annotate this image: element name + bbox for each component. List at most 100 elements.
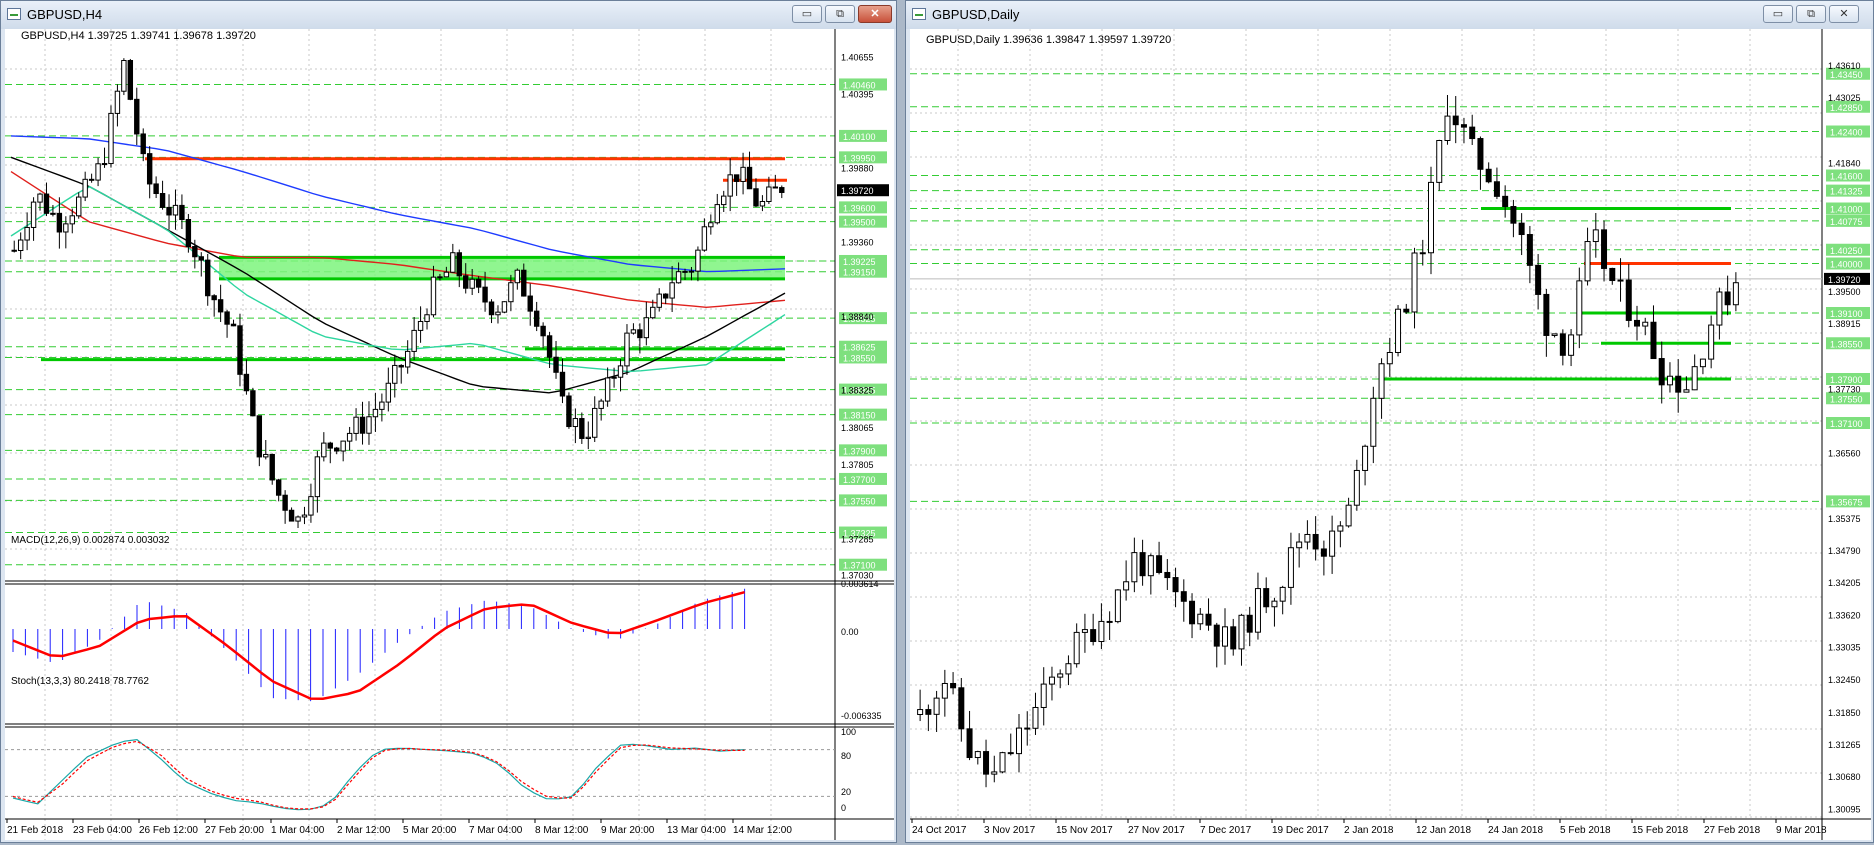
candle-body [553, 356, 559, 373]
candle-body [334, 447, 340, 452]
price-tick-label: 1.33035 [1828, 643, 1861, 653]
time-axis-label: 21 Feb 2018 [7, 825, 64, 836]
candle-body [766, 186, 772, 202]
candle-body [437, 276, 443, 279]
candle-body [469, 278, 475, 289]
candle-body [237, 325, 243, 375]
macd-header: MACD(12,26,9) 0.002874 0.003032 [11, 535, 170, 546]
candle-body [1469, 126, 1476, 140]
candle-body [669, 282, 675, 299]
candle-body [917, 709, 924, 716]
stoch-axis-label: 80 [841, 751, 851, 761]
candle-body [1584, 241, 1591, 282]
time-axis-label: 27 Nov 2017 [1128, 825, 1185, 836]
candle-body [1114, 589, 1121, 623]
candle-body [82, 178, 88, 198]
price-tick-label: 1.30095 [1828, 804, 1861, 814]
candle-body [933, 697, 940, 715]
candle-body [1172, 577, 1179, 593]
window-daily[interactable]: GBPUSD,Daily ▭ ⧉ ✕ 1.43450 1.42850 1.42400… [905, 0, 1874, 843]
candle-body [1436, 140, 1443, 183]
candle-body [263, 453, 269, 458]
candle-body [1106, 620, 1113, 623]
candle-body [417, 320, 424, 331]
candle-body [1098, 620, 1105, 643]
candle-body [983, 751, 990, 775]
green-price-label: 1.38625 [843, 343, 876, 353]
candle-body [779, 187, 785, 193]
chart-area-daily[interactable]: 1.43450 1.42850 1.42400 1.41600 1.41325 1.410… [910, 29, 1871, 840]
candle-body [533, 310, 540, 327]
minimize-button[interactable]: ▭ [1763, 5, 1793, 23]
window-title: GBPUSD,Daily [932, 7, 1020, 22]
titlebar-daily[interactable]: GBPUSD,Daily ▭ ⧉ ✕ [906, 1, 1873, 29]
candle-body [1411, 252, 1418, 313]
close-button[interactable]: ✕ [1829, 5, 1859, 23]
candle-body [1510, 206, 1517, 224]
candle-body [1526, 234, 1533, 266]
candle-body [592, 407, 598, 438]
macd-axis-label: 0.003614 [841, 579, 879, 589]
candle-body [17, 239, 24, 251]
time-axis-label: 24 Oct 2017 [912, 825, 967, 836]
candle-body [1222, 626, 1228, 647]
candle-body [121, 60, 127, 92]
candle-body [114, 90, 121, 114]
time-axis-label: 24 Jan 2018 [1488, 825, 1543, 836]
price-tick-label: 1.37730 [1828, 384, 1861, 394]
candle-body [24, 226, 30, 241]
green-price-label: 1.35675 [1830, 497, 1863, 507]
candle-body [1708, 324, 1715, 360]
minimize-button[interactable]: ▭ [792, 5, 822, 23]
daily-chart-svg[interactable]: 1.43450 1.42850 1.42400 1.41600 1.41325 1.410… [910, 29, 1871, 840]
green-price-label: 1.37550 [843, 496, 876, 506]
green-price-label: 1.43450 [1830, 70, 1863, 80]
chart-icon [7, 8, 21, 20]
titlebar-h4[interactable]: GBPUSD,H4 ▭ ⧉ ✕ [1, 1, 896, 29]
green-price-label: 1.38150 [843, 411, 876, 421]
price-tick-label: 1.37285 [841, 534, 874, 544]
current-price-label: 1.39720 [1828, 275, 1861, 285]
h4-candles [11, 58, 785, 529]
stoch-main-line [12, 738, 745, 811]
candle-body [269, 453, 275, 481]
candle-body [656, 293, 662, 308]
candle-body [617, 365, 624, 378]
candle-body [1362, 445, 1369, 471]
candle-body [1386, 351, 1393, 365]
candle-body [140, 133, 146, 155]
candle-body [282, 494, 288, 511]
candle-body [482, 286, 488, 303]
time-axis-label: 14 Mar 12:00 [733, 825, 792, 836]
h4-chart-svg[interactable]: 1.404601.401001.399501.396001.395001.392… [5, 29, 894, 840]
stoch-axis-label: 0 [841, 803, 846, 813]
chart-area-h4[interactable]: 1.40460 1.40100 1.39950 1.39600 1.39500 1.392… [5, 29, 894, 840]
restore-button[interactable]: ⧉ [825, 5, 855, 23]
candle-body [1180, 591, 1187, 602]
candle-body [166, 206, 172, 216]
price-tick-label: 1.31850 [1828, 708, 1861, 718]
candle-body [1444, 115, 1451, 142]
candle-body [1460, 124, 1467, 128]
candle-body [288, 509, 295, 522]
green-price-label: 1.39950 [843, 153, 876, 163]
candle-body [1164, 571, 1171, 579]
window-h4[interactable]: GBPUSD,H4 ▭ ⧉ ✕ 1.40460 1.40100 1.39950 1.3… [0, 0, 897, 843]
candle-body [250, 390, 256, 417]
candle-body [675, 271, 682, 284]
time-axis-label: 19 Dec 2017 [1272, 825, 1329, 836]
close-button[interactable]: ✕ [858, 5, 892, 23]
candle-body [76, 196, 82, 217]
time-axis-label: 3 Nov 2017 [984, 825, 1036, 836]
candle-body [1617, 279, 1624, 282]
candle-body [637, 329, 643, 339]
time-axis-label: 8 Mar 12:00 [535, 825, 589, 836]
time-axis-label: 2 Mar 12:00 [337, 825, 391, 836]
candle-body [1271, 600, 1278, 608]
ma-blue-line [10, 135, 786, 273]
candle-body [1395, 308, 1402, 353]
green-price-label: 1.42400 [1830, 128, 1863, 138]
restore-button[interactable]: ⧉ [1796, 5, 1826, 23]
candle-body [43, 193, 50, 214]
candle-body [1073, 631, 1080, 665]
